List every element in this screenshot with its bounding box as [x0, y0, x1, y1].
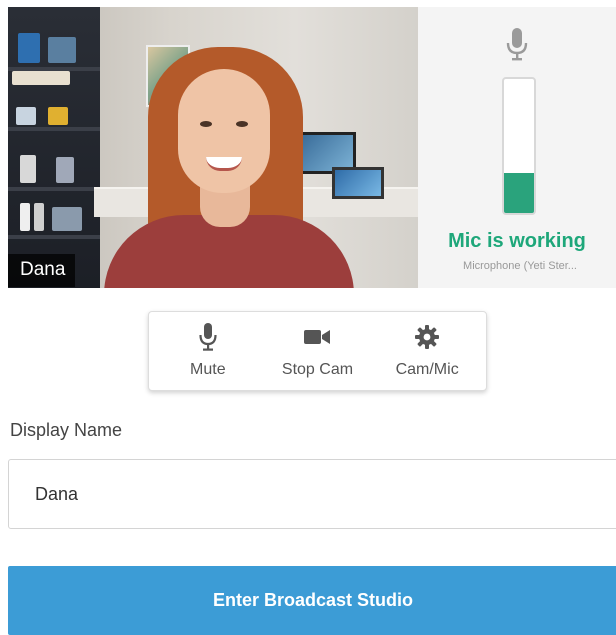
- person-eye: [200, 121, 212, 127]
- cam-mic-settings-button[interactable]: Cam/Mic: [377, 323, 477, 379]
- stop-cam-label: Stop Cam: [281, 361, 354, 378]
- mute-button[interactable]: Mute: [158, 323, 258, 379]
- cam-mic-label: Cam/Mic: [395, 361, 459, 378]
- person-eye: [236, 121, 248, 127]
- mic-device-name: Microphone (Yeti Ster...: [463, 260, 577, 272]
- stop-cam-button[interactable]: Stop Cam: [267, 323, 367, 379]
- microphone-icon: [199, 323, 217, 351]
- gear-icon: [415, 325, 440, 349]
- mic-level-panel: Mic is working Microphone (Yeti Ster...: [418, 7, 616, 288]
- media-controls: Mute Stop Cam Cam/Mic: [148, 311, 487, 391]
- bookshelf: [8, 7, 100, 288]
- mic-status-text: Mic is working: [448, 230, 586, 252]
- join-studio-page: Dana Mic is working Microphone (Yeti Ste…: [0, 0, 616, 635]
- camera-preview: Dana: [8, 7, 418, 288]
- laptop: [332, 167, 384, 199]
- display-name-label: Display Name: [10, 420, 123, 440]
- mute-label: Mute: [190, 361, 226, 378]
- video-camera-icon: [304, 330, 331, 344]
- person-face: [178, 69, 270, 193]
- mic-level-fill: [504, 172, 534, 213]
- mic-level-meter: [502, 77, 536, 215]
- microphone-icon: [506, 28, 528, 61]
- enter-broadcast-studio-button[interactable]: Enter Broadcast Studio: [8, 566, 616, 635]
- participant-name-tag: Dana: [8, 254, 76, 287]
- display-name-input[interactable]: [8, 459, 616, 529]
